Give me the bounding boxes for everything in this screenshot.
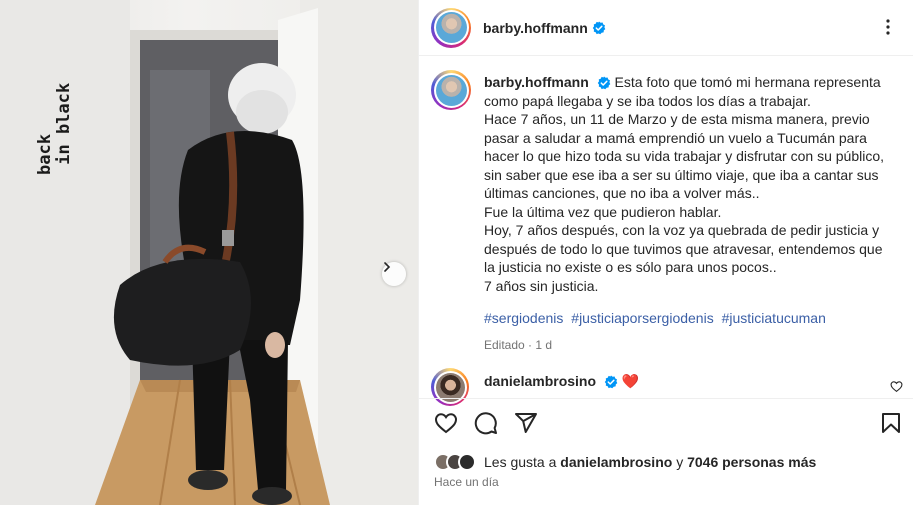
caption-text: Esta foto que tomó mi hermana representa… bbox=[484, 74, 885, 294]
verified-badge-icon bbox=[604, 375, 618, 389]
save-button[interactable] bbox=[879, 411, 903, 440]
carousel-next-button[interactable] bbox=[382, 262, 406, 286]
more-options-button[interactable] bbox=[879, 18, 897, 41]
post-header: barby.hoffmann bbox=[419, 0, 913, 56]
photo-overlay-text: back in black bbox=[35, 82, 74, 175]
heart-icon bbox=[434, 413, 458, 434]
hashtag-link[interactable]: #justiciatucuman bbox=[722, 310, 826, 326]
liker-avatar bbox=[458, 453, 476, 471]
caption-author-username[interactable]: barby.hoffmann bbox=[484, 74, 589, 90]
share-button[interactable] bbox=[514, 411, 538, 440]
edited-label: Editado · 1 d bbox=[484, 337, 553, 352]
comment-content: danielambrosino ❤️ bbox=[484, 373, 639, 390]
bookmark-icon bbox=[882, 413, 900, 433]
caption-author-avatar[interactable] bbox=[431, 70, 471, 110]
more-options-icon bbox=[886, 19, 890, 35]
commenter-username[interactable]: danielambrosino bbox=[484, 373, 596, 389]
post-timestamp[interactable]: Hace un día bbox=[434, 475, 499, 489]
hashtag-link[interactable]: #justiciaporsergiodenis bbox=[571, 310, 713, 326]
photo-illustration bbox=[0, 0, 418, 505]
author-username[interactable]: barby.hoffmann bbox=[483, 20, 588, 36]
hashtag-link[interactable]: #sergiodenis bbox=[484, 310, 563, 326]
comment-icon bbox=[474, 412, 497, 435]
comment-emoji: ❤️ bbox=[621, 373, 640, 389]
comment-like-button[interactable] bbox=[890, 380, 903, 398]
actions-divider bbox=[419, 398, 913, 399]
caption-body: barby.hoffmann Esta foto que tomó mi her… bbox=[484, 73, 894, 354]
share-icon bbox=[515, 413, 537, 433]
verified-badge-icon bbox=[592, 21, 606, 34]
liker-avatars[interactable] bbox=[434, 453, 476, 471]
likes-prefix: Les gusta a bbox=[484, 454, 557, 470]
likes-connector: y bbox=[676, 454, 684, 470]
like-button[interactable] bbox=[434, 411, 458, 440]
hashtags: #sergiodenis #justiciaporsergiodenis #ju… bbox=[484, 309, 894, 328]
verified-badge-icon bbox=[597, 76, 610, 90]
chevron-right-icon bbox=[384, 262, 391, 272]
likes-summary: Les gusta a danielambrosino y 7046 perso… bbox=[434, 451, 816, 473]
comment-button[interactable] bbox=[474, 411, 498, 440]
post-actions bbox=[419, 400, 913, 446]
heart-icon bbox=[890, 381, 903, 393]
post-photo[interactable]: back in black bbox=[0, 0, 418, 505]
likes-user[interactable]: danielambrosino bbox=[560, 454, 672, 470]
author-avatar[interactable] bbox=[431, 7, 471, 48]
likes-count[interactable]: 7046 personas más bbox=[687, 454, 816, 470]
